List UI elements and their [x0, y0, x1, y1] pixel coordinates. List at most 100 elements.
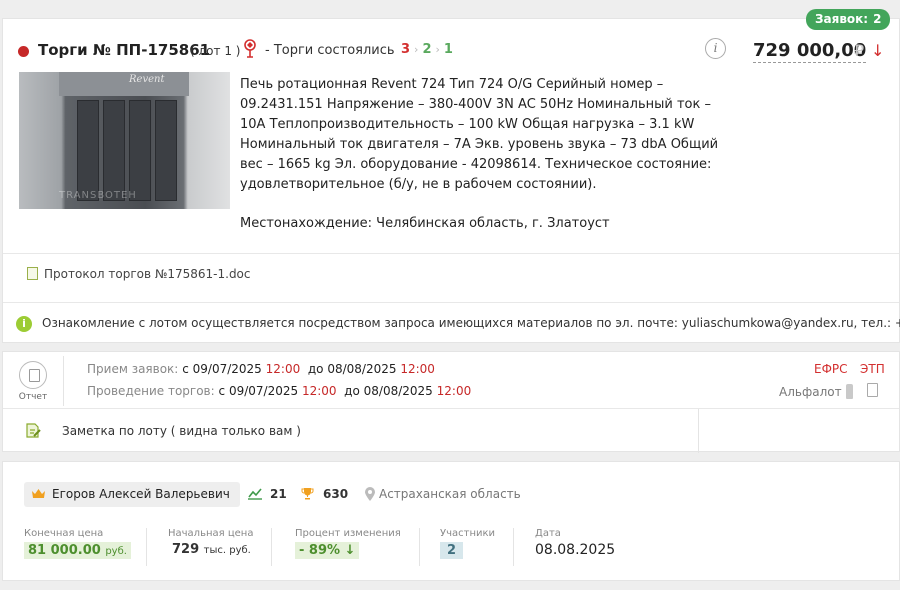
document-link[interactable]: Протокол торгов №175861-1.doc: [27, 267, 251, 281]
etp-link[interactable]: ЭТП: [860, 362, 885, 376]
start-price-unit: тыс. руб.: [203, 545, 251, 556]
photo-oven-door: [103, 100, 125, 201]
report-button[interactable]: Отчет: [17, 361, 49, 402]
chevron-right-icon: ›: [435, 43, 440, 56]
divider: [513, 528, 514, 566]
metric-start-price: Начальная цена 729 тыс. руб.: [168, 528, 253, 557]
photo-oven-door: [129, 100, 151, 201]
divider: [146, 528, 147, 566]
note-edit-icon[interactable]: [25, 422, 41, 439]
photo-oven-top: [59, 72, 189, 96]
final-price-value: 81 000.00: [28, 543, 101, 558]
arrow-down-icon: ↓: [344, 543, 356, 558]
photo-oven-door: [155, 100, 177, 201]
divider: [3, 408, 899, 409]
schedule-card: Отчет Прием заявок: с 09/07/2025 12:00 д…: [2, 351, 900, 453]
auction-title[interactable]: Торги № ПП-175861: [38, 41, 210, 59]
document-icon[interactable]: [867, 383, 878, 397]
metric-label: Конечная цена: [24, 528, 104, 539]
bids-to-time: 12:00: [400, 362, 435, 376]
divider: [3, 302, 899, 303]
auction-to-date: 08/08/2025: [363, 384, 433, 398]
bids-from-time: 12:00: [265, 362, 301, 376]
lot-location: Местонахождение: Челябинская область, г.…: [240, 216, 610, 231]
date-value: 08.08.2025: [535, 542, 616, 558]
metric-label: Дата: [535, 528, 561, 539]
auction-status: - Торги состоялись: [265, 43, 395, 58]
photo-brand-text: Revent: [129, 74, 165, 85]
photo-watermark: TRANSBOTEH: [59, 190, 137, 201]
to-word: до: [344, 384, 360, 398]
lot-price[interactable]: 729 000,00: [753, 40, 867, 63]
winner-card: Егоров Алексей Валерьевич 21 630 Астраха…: [2, 461, 900, 581]
from-word: с: [182, 362, 189, 376]
divider: [698, 409, 699, 453]
info-icon: i: [16, 316, 32, 332]
bottle-icon[interactable]: [846, 384, 853, 399]
metric-label: Процент изменения: [295, 528, 401, 539]
bids-period: Прием заявок: с 09/07/2025 12:00 до 08/0…: [87, 362, 435, 376]
auction-to-time: 12:00: [436, 384, 472, 398]
notice-text: Ознакомление с лотом осуществляется поср…: [42, 316, 900, 330]
lot-notice: i Ознакомление с лотом осуществляется пос…: [16, 316, 900, 332]
divider: [419, 528, 420, 566]
bids-to-date: 08/08/2025: [327, 362, 397, 376]
auction-period: Проведение торгов: с 09/07/2025 12:00 до…: [87, 384, 471, 398]
divider: [3, 253, 899, 254]
stage-steps: 3 › 2 › 1: [401, 42, 453, 57]
lot-photo[interactable]: Revent TRANSBOTEH: [19, 72, 230, 209]
winner-region: Астраханская область: [379, 487, 521, 501]
document-icon: [27, 267, 38, 280]
winner-name: Егоров Алексей Валерьевич: [52, 487, 230, 501]
auction-from-time: 12:00: [301, 384, 337, 398]
stage-step-1: 1: [443, 42, 453, 57]
report-label: Отчет: [18, 392, 48, 402]
lot-card: Торги № ПП-175861 ( лот 1 ) - Торги сост…: [2, 18, 900, 343]
platform-name[interactable]: Альфалот: [779, 385, 842, 399]
final-price-box: 81 000.00 руб.: [24, 542, 131, 559]
divider: [63, 356, 64, 406]
crown-icon: [32, 489, 45, 498]
lot-description: Печь ротационная Revent 724 Тип 724 O/G …: [240, 77, 719, 192]
lot-note[interactable]: Заметка по лоту ( видна только вам ): [62, 424, 301, 438]
auction-from-date: 09/07/2025: [228, 384, 299, 398]
start-price-value: 729: [172, 542, 200, 557]
arrow-down-icon: ↓: [871, 41, 885, 60]
final-price-unit: руб.: [105, 546, 127, 557]
metric-label: Начальная цена: [168, 528, 254, 539]
trophy-icon: [301, 488, 314, 500]
report-icon: [19, 361, 47, 389]
location-pin-icon: [365, 487, 375, 501]
bids-from-date: 09/07/2025: [192, 362, 262, 376]
divider: [271, 528, 272, 566]
document-name: Протокол торгов №175861-1.doc: [44, 267, 251, 281]
stage-step-3: 3: [401, 42, 411, 57]
auction-period-label: Проведение торгов:: [87, 384, 215, 398]
metric-participants: Участники 2: [440, 528, 495, 559]
ruble-icon: ₽: [854, 41, 865, 60]
info-icon[interactable]: i: [705, 38, 726, 59]
lot-number: ( лот 1 ): [190, 44, 241, 58]
participants-value: 2: [440, 542, 464, 559]
metric-final-price: Конечная цена 81 000.00 руб.: [24, 528, 131, 559]
efrs-link[interactable]: ЕФРС: [814, 362, 848, 376]
metric-date: Дата 08.08.2025: [535, 528, 615, 558]
change-box: - 89% ↓: [295, 542, 360, 559]
metric-label: Участники: [440, 528, 496, 539]
winner-rating: 21: [270, 487, 287, 501]
chevron-right-icon: ›: [414, 43, 419, 56]
change-value: - 89%: [299, 543, 341, 558]
metric-change: Процент изменения - 89% ↓: [295, 528, 401, 559]
status-dot: [18, 46, 29, 57]
rating-chart-icon: [248, 488, 262, 500]
bids-period-label: Прием заявок:: [87, 362, 179, 376]
winner-wins: 630: [323, 487, 349, 501]
bids-count-badge: Заявок: 2: [806, 9, 891, 30]
photo-oven-door: [77, 100, 99, 201]
stage-step-2: 2: [422, 42, 432, 57]
from-word: с: [218, 384, 226, 398]
gavel-icon: [244, 39, 256, 58]
to-word: до: [307, 362, 324, 376]
bids-badge-label: Заявок:: [815, 12, 869, 26]
winner-chip[interactable]: Егоров Алексей Валерьевич: [24, 482, 240, 507]
